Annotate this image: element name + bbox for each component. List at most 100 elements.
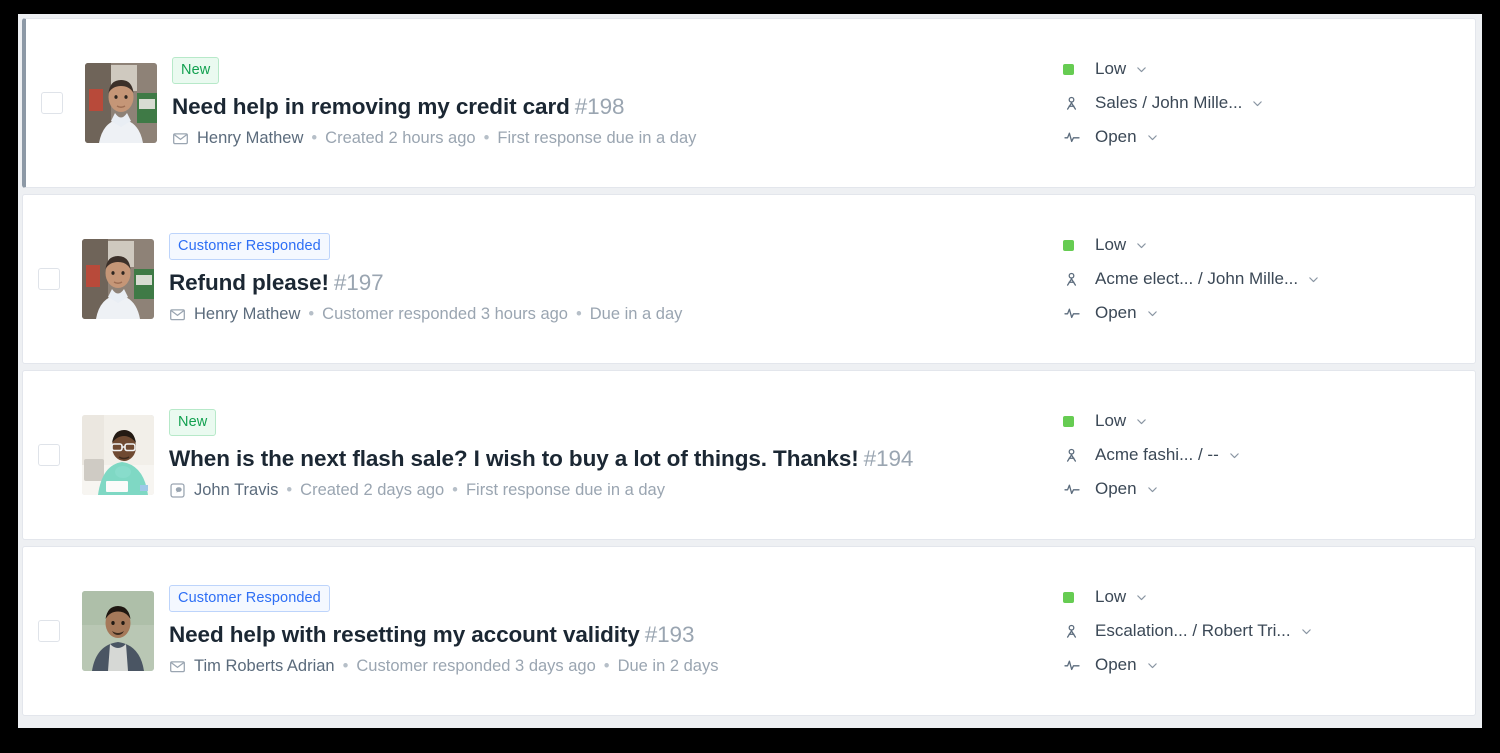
meta-separator: • [311, 128, 318, 147]
ticket-properties-cell: Low Acme elect... / John Mille... Open [1063, 195, 1475, 363]
status-selector[interactable]: Open [1063, 303, 1461, 323]
ticket-select-cell [23, 547, 75, 715]
chevron-down-icon[interactable] [1146, 483, 1159, 496]
status-badge: Customer Responded [169, 232, 330, 261]
ticket-row[interactable]: New Need help in removing my credit card #… [22, 18, 1476, 188]
ticket-meta-line: Tim Roberts Adrian • Customer responded 3 … [169, 656, 1047, 677]
requester-name[interactable]: Henry Mathew [194, 304, 300, 325]
ticket-meta-text: First response due in a day [497, 128, 697, 147]
avatar-cell [75, 371, 161, 539]
ticket-meta-text: Created 2 days ago [300, 480, 445, 499]
checkbox-icon[interactable] [38, 268, 60, 290]
ticket-properties-cell: Low Sales / John Mille... Open [1063, 19, 1475, 187]
priority-dot-icon [1063, 591, 1095, 603]
ticket-subject-line: Need help with resetting my account vali… [169, 621, 1047, 650]
priority-selector[interactable]: Low [1063, 411, 1461, 431]
chevron-down-icon[interactable] [1307, 273, 1320, 286]
status-selector-label: Open [1095, 303, 1137, 322]
assignee-selector[interactable]: Acme fashi... / -- [1063, 445, 1461, 465]
assignee-selector[interactable]: Escalation... / Robert Tri... [1063, 621, 1461, 641]
avatar [85, 63, 157, 143]
assignee-selector[interactable]: Sales / John Mille... [1063, 93, 1461, 113]
ticket-meta-text: Customer responded 3 hours ago [322, 304, 568, 323]
assignee-selector-label: Acme elect... / John Mille... [1095, 269, 1299, 288]
status-selector[interactable]: Open [1063, 655, 1461, 675]
envelope-icon [172, 130, 189, 147]
avatar [82, 415, 154, 495]
ticket-list: New Need help in removing my credit card #… [18, 14, 1482, 722]
ticket-select-cell [26, 19, 78, 187]
ticket-subject-line: Refund please! #197 [169, 269, 1047, 298]
status-selector-label: Open [1095, 655, 1137, 674]
priority-dot-icon [1063, 415, 1095, 427]
priority-selector-label: Low [1095, 235, 1127, 254]
requester-name[interactable]: Henry Mathew [197, 128, 303, 149]
priority-selector[interactable]: Low [1063, 59, 1461, 79]
ticket-meta-line: Henry Mathew • Customer responded 3 hours … [169, 304, 1047, 325]
ticket-properties-cell: Low Escalation... / Robert Tri... Open [1063, 547, 1475, 715]
checkbox-icon[interactable] [38, 620, 60, 642]
ticket-meta-text: Due in 2 days [617, 656, 719, 675]
ticket-list-viewport: New Need help in removing my credit card #… [18, 14, 1482, 728]
activity-icon [1063, 304, 1095, 322]
chevron-down-icon[interactable] [1135, 591, 1148, 604]
status-badge: New [169, 408, 217, 437]
chevron-down-icon[interactable] [1251, 97, 1264, 110]
chevron-down-icon[interactable] [1228, 449, 1241, 462]
assignee-selector-label: Acme fashi... / -- [1095, 445, 1219, 464]
priority-selector[interactable]: Low [1063, 235, 1461, 255]
avatar-cell [75, 195, 161, 363]
ticket-row[interactable]: Customer Responded Refund please! #197 Henr… [22, 194, 1476, 364]
assignee-selector-label: Escalation... / Robert Tri... [1095, 621, 1291, 640]
ticket-meta-text: First response due in a day [465, 480, 665, 499]
ticket-meta-line: John Travis • Created 2 days ago • First res… [169, 480, 1047, 501]
screen-frame: New Need help in removing my credit card #… [0, 0, 1500, 753]
status-selector[interactable]: Open [1063, 479, 1461, 499]
chevron-down-icon[interactable] [1146, 659, 1159, 672]
ticket-row[interactable]: Customer Responded Need help with resetti… [22, 546, 1476, 716]
chevron-down-icon[interactable] [1135, 415, 1148, 428]
ticket-meta-text: Customer responded 3 days ago [356, 656, 596, 675]
checkbox-icon[interactable] [38, 444, 60, 466]
ticket-subject-line: When is the next flash sale? I wish to b… [169, 445, 1047, 474]
ticket-id: #194 [863, 446, 914, 472]
activity-icon [1063, 656, 1095, 674]
chevron-down-icon[interactable] [1146, 307, 1159, 320]
person-icon [1063, 95, 1095, 112]
priority-selector[interactable]: Low [1063, 587, 1461, 607]
ticket-main-cell: Customer Responded Refund please! #197 Henr… [161, 195, 1063, 363]
chevron-down-icon[interactable] [1300, 625, 1313, 638]
requester-name[interactable]: Tim Roberts Adrian [194, 656, 335, 677]
assignee-selector-label: Sales / John Mille... [1095, 93, 1243, 112]
chevron-down-icon[interactable] [1146, 131, 1159, 144]
meta-separator: • [603, 656, 610, 675]
checkbox-icon[interactable] [41, 92, 63, 114]
ticket-row[interactable]: New When is the next flash sale? I wish t… [22, 370, 1476, 540]
meta-separator: • [575, 304, 582, 323]
person-icon [1063, 623, 1095, 640]
ticket-subject-link[interactable]: Need help with resetting my account vali… [169, 622, 640, 647]
chevron-down-icon[interactable] [1135, 239, 1148, 252]
meta-separator: • [452, 480, 458, 499]
status-selector-label: Open [1095, 127, 1137, 146]
status-selector[interactable]: Open [1063, 127, 1461, 147]
ticket-subject-link[interactable]: Refund please! [169, 270, 329, 295]
ticket-main-cell: New Need help in removing my credit card #… [164, 19, 1063, 187]
ticket-id: #197 [333, 270, 384, 296]
meta-separator: • [483, 128, 490, 147]
status-selector-label: Open [1095, 479, 1137, 498]
chevron-down-icon[interactable] [1135, 63, 1148, 76]
ticket-properties-cell: Low Acme fashi... / -- Open [1063, 371, 1475, 539]
requester-name[interactable]: John Travis [194, 480, 278, 501]
priority-selector-label: Low [1095, 59, 1127, 78]
ticket-subject-link[interactable]: When is the next flash sale? I wish to b… [169, 446, 859, 471]
ticket-main-cell: New When is the next flash sale? I wish t… [161, 371, 1063, 539]
assignee-selector[interactable]: Acme elect... / John Mille... [1063, 269, 1461, 289]
status-badge: New [172, 56, 220, 85]
ticket-meta-text: Created 2 hours ago [325, 128, 476, 147]
avatar-cell [75, 547, 161, 715]
ticket-subject-link[interactable]: Need help in removing my credit card [172, 94, 570, 119]
avatar [82, 239, 154, 319]
avatar-cell [78, 19, 164, 187]
ticket-main-cell: Customer Responded Need help with resetti… [161, 547, 1063, 715]
